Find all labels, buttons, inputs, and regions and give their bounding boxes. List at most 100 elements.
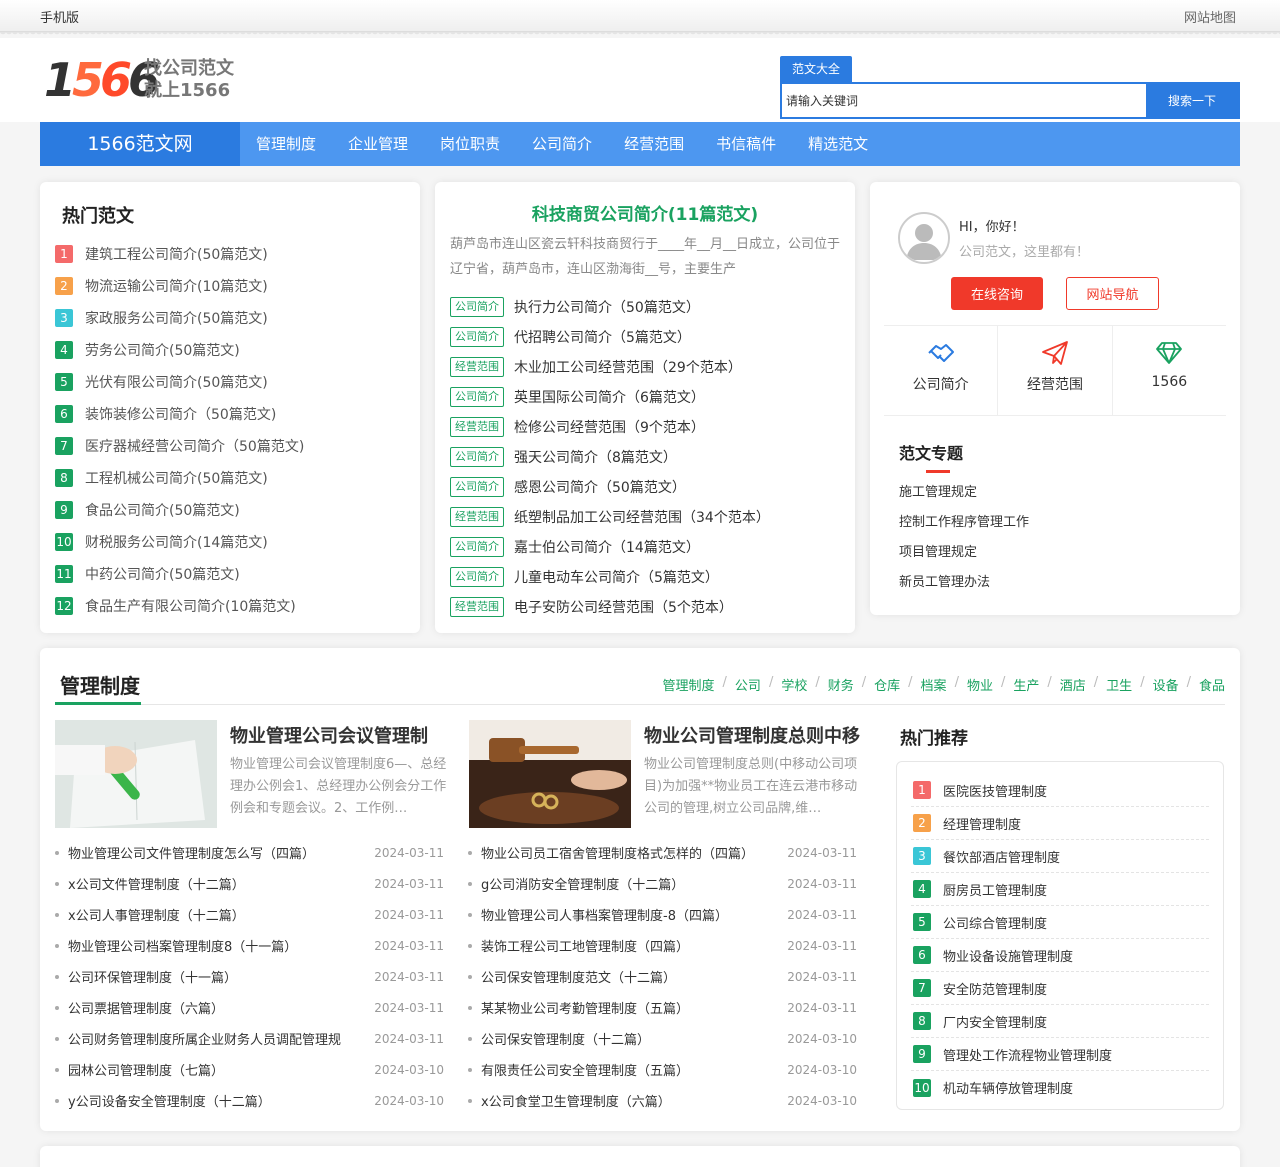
table-row[interactable]: 装饰工程公司工地管理制度（四篇） 2024-03-11	[468, 930, 857, 961]
recommend-item[interactable]: 1 医院医技管理制度	[911, 774, 1209, 807]
topic-item[interactable]: 新员工管理办法	[899, 570, 1029, 600]
category-tag[interactable]: 经营范围	[450, 357, 504, 377]
quick-link-1566[interactable]: 1566	[1113, 326, 1226, 415]
hot-article-item[interactable]: 1 建筑工程公司简介(50篇范文)	[55, 238, 405, 270]
recommend-item[interactable]: 5 公司综合管理制度	[911, 906, 1209, 939]
table-row[interactable]: 公司票据管理制度（六篇） 2024-03-11	[55, 992, 444, 1023]
category-tag[interactable]: 经营范围	[450, 507, 504, 527]
category-link[interactable]: 公司	[735, 675, 761, 694]
article-title[interactable]: 物业管理公司会议管理制	[230, 722, 455, 748]
feature-list-item[interactable]: 经营范围 纸塑制品加工公司经营范围（34个范本）	[450, 502, 845, 532]
table-row[interactable]: 公司保安管理制度范文（十二篇） 2024-03-11	[468, 961, 857, 992]
category-link[interactable]: 食品	[1199, 675, 1225, 694]
search-input[interactable]	[782, 84, 1148, 117]
recommend-item[interactable]: 9 管理处工作流程物业管理制度	[911, 1038, 1209, 1071]
search-tab[interactable]: 范文大全	[780, 56, 853, 82]
topic-item[interactable]: 施工管理规定	[899, 480, 1029, 510]
nav-item-duties[interactable]: 岗位职责	[424, 122, 516, 166]
category-tag[interactable]: 经营范围	[450, 417, 504, 437]
nav-item-scope[interactable]: 经营范围	[608, 122, 700, 166]
hot-article-item[interactable]: 2 物流运输公司简介(10篇范文)	[55, 270, 405, 302]
feature-list-item[interactable]: 经营范围 电子安防公司经营范围（5个范本）	[450, 592, 845, 622]
table-row[interactable]: y公司设备安全管理制度（十二篇） 2024-03-10	[55, 1085, 444, 1116]
category-link[interactable]: 酒店	[1060, 675, 1086, 694]
recommend-item[interactable]: 8 厂内安全管理制度	[911, 1005, 1209, 1038]
table-row[interactable]: 公司保安管理制度（十二篇） 2024-03-10	[468, 1023, 857, 1054]
nav-brand[interactable]: 1566范文网	[40, 122, 240, 166]
nav-item-management[interactable]: 管理制度	[240, 122, 332, 166]
category-tag[interactable]: 公司简介	[450, 297, 504, 317]
hot-article-item[interactable]: 3 家政服务公司简介(50篇范文)	[55, 302, 405, 334]
table-row[interactable]: 某某物业公司考勤管理制度（五篇） 2024-03-11	[468, 992, 857, 1023]
quick-link-profile[interactable]: 公司简介	[884, 326, 999, 415]
feature-list-item[interactable]: 公司简介 感恩公司简介（50篇范文）	[450, 472, 845, 502]
category-tag[interactable]: 公司简介	[450, 327, 504, 347]
category-link[interactable]: 学校	[781, 675, 807, 694]
category-link[interactable]: 仓库	[874, 675, 900, 694]
category-link[interactable]: 财务	[828, 675, 854, 694]
feature-list-item[interactable]: 公司简介 强天公司简介（8篇范文）	[450, 442, 845, 472]
nav-item-letters[interactable]: 书信稿件	[700, 122, 792, 166]
online-consult-button[interactable]: 在线咨询	[951, 277, 1043, 310]
category-link[interactable]: 设备	[1153, 675, 1179, 694]
hot-article-item[interactable]: 5 光伏有限公司简介(50篇范文)	[55, 366, 405, 398]
table-row[interactable]: 公司财务管理制度所属企业财务人员调配管理规 2024-03-11	[55, 1023, 444, 1054]
mobile-version-link[interactable]: 手机版	[40, 7, 79, 26]
table-row[interactable]: 物业管理公司档案管理制度8（十一篇） 2024-03-11	[55, 930, 444, 961]
category-link[interactable]: 物业	[967, 675, 993, 694]
table-row[interactable]: x公司食堂卫生管理制度（六篇） 2024-03-10	[468, 1085, 857, 1116]
category-link[interactable]: 档案	[921, 675, 947, 694]
topic-item[interactable]: 控制工作程序管理工作	[899, 510, 1029, 540]
table-row[interactable]: 物业管理公司人事档案管理制度-8（四篇） 2024-03-11	[468, 899, 857, 930]
table-row[interactable]: x公司文件管理制度（十二篇） 2024-03-11	[55, 868, 444, 899]
category-tag[interactable]: 公司简介	[450, 387, 504, 407]
feature-list-item[interactable]: 经营范围 检修公司经营范围（9个范本）	[450, 412, 845, 442]
recommend-item[interactable]: 2 经理管理制度	[911, 807, 1209, 840]
recommend-item[interactable]: 3 餐饮部酒店管理制度	[911, 840, 1209, 873]
article-title[interactable]: 物业公司管理制度总则中移	[644, 722, 869, 748]
recommend-item[interactable]: 10 机动车辆停放管理制度	[911, 1071, 1209, 1104]
table-row[interactable]: 公司环保管理制度（十一篇） 2024-03-11	[55, 961, 444, 992]
feature-list-item[interactable]: 公司简介 代招聘公司简介（5篇范文）	[450, 322, 845, 352]
feature-list-item[interactable]: 公司简介 嘉士伯公司简介（14篇范文）	[450, 532, 845, 562]
hot-article-item[interactable]: 4 劳务公司简介(50篇范文)	[55, 334, 405, 366]
hot-article-item[interactable]: 7 医疗器械经营公司简介（50篇范文)	[55, 430, 405, 462]
category-link[interactable]: 管理制度	[663, 675, 715, 694]
hot-article-item[interactable]: 8 工程机械公司简介(50篇范文)	[55, 462, 405, 494]
nav-item-enterprise[interactable]: 企业管理	[332, 122, 424, 166]
search-button[interactable]: 搜索一下	[1146, 84, 1238, 117]
table-row[interactable]: 物业管理公司文件管理制度怎么写（四篇） 2024-03-11	[55, 837, 444, 868]
category-tag[interactable]: 公司简介	[450, 567, 504, 587]
nav-item-selected[interactable]: 精选范文	[792, 122, 884, 166]
site-nav-button[interactable]: 网站导航	[1066, 277, 1159, 310]
table-row[interactable]: g公司消防安全管理制度（十二篇） 2024-03-11	[468, 868, 857, 899]
quick-link-scope[interactable]: 经营范围	[998, 326, 1113, 415]
hot-article-item[interactable]: 6 装饰装修公司简介（50篇范文)	[55, 398, 405, 430]
feature-list-item[interactable]: 公司简介 英里国际公司简介（6篇范文）	[450, 382, 845, 412]
feature-list-item[interactable]: 公司简介 执行力公司简介（50篇范文）	[450, 292, 845, 322]
site-logo[interactable]: 1566 找公司范文 就上1566	[44, 54, 244, 106]
hot-article-item[interactable]: 12 食品生产有限公司简介(10篇范文)	[55, 590, 405, 622]
hot-article-item[interactable]: 10 财税服务公司简介(14篇范文)	[55, 526, 405, 558]
recommend-item[interactable]: 4 厨房员工管理制度	[911, 873, 1209, 906]
category-tag[interactable]: 公司简介	[450, 477, 504, 497]
feature-title[interactable]: 科技商贸公司简介(11篇范文)	[435, 200, 855, 225]
recommend-item[interactable]: 6 物业设备设施管理制度	[911, 939, 1209, 972]
table-row[interactable]: 园林公司管理制度（七篇） 2024-03-10	[55, 1054, 444, 1085]
nav-item-profile[interactable]: 公司简介	[516, 122, 608, 166]
hot-article-item[interactable]: 9 食品公司简介(50篇范文)	[55, 494, 405, 526]
table-row[interactable]: x公司人事管理制度（十二篇） 2024-03-11	[55, 899, 444, 930]
category-tag[interactable]: 公司简介	[450, 537, 504, 557]
recommend-item[interactable]: 7 安全防范管理制度	[911, 972, 1209, 1005]
topic-item[interactable]: 项目管理规定	[899, 540, 1029, 570]
table-row[interactable]: 物业公司员工宿舍管理制度格式怎样的（四篇） 2024-03-11	[468, 837, 857, 868]
category-link[interactable]: 生产	[1013, 675, 1039, 694]
feature-list-item[interactable]: 公司简介 儿童电动车公司简介（5篇范文）	[450, 562, 845, 592]
feature-list-item[interactable]: 经营范围 木业加工公司经营范围（29个范本）	[450, 352, 845, 382]
category-tag[interactable]: 经营范围	[450, 597, 504, 617]
table-row[interactable]: 有限责任公司安全管理制度（五篇） 2024-03-10	[468, 1054, 857, 1085]
category-link[interactable]: 卫生	[1106, 675, 1132, 694]
featured-article-left[interactable]: 物业管理公司会议管理制 物业管理公司会议管理制度6—、总经理办公例会1、总经理办…	[55, 720, 455, 830]
category-tag[interactable]: 公司简介	[450, 447, 504, 467]
sitemap-link[interactable]: 网站地图	[1184, 7, 1236, 26]
